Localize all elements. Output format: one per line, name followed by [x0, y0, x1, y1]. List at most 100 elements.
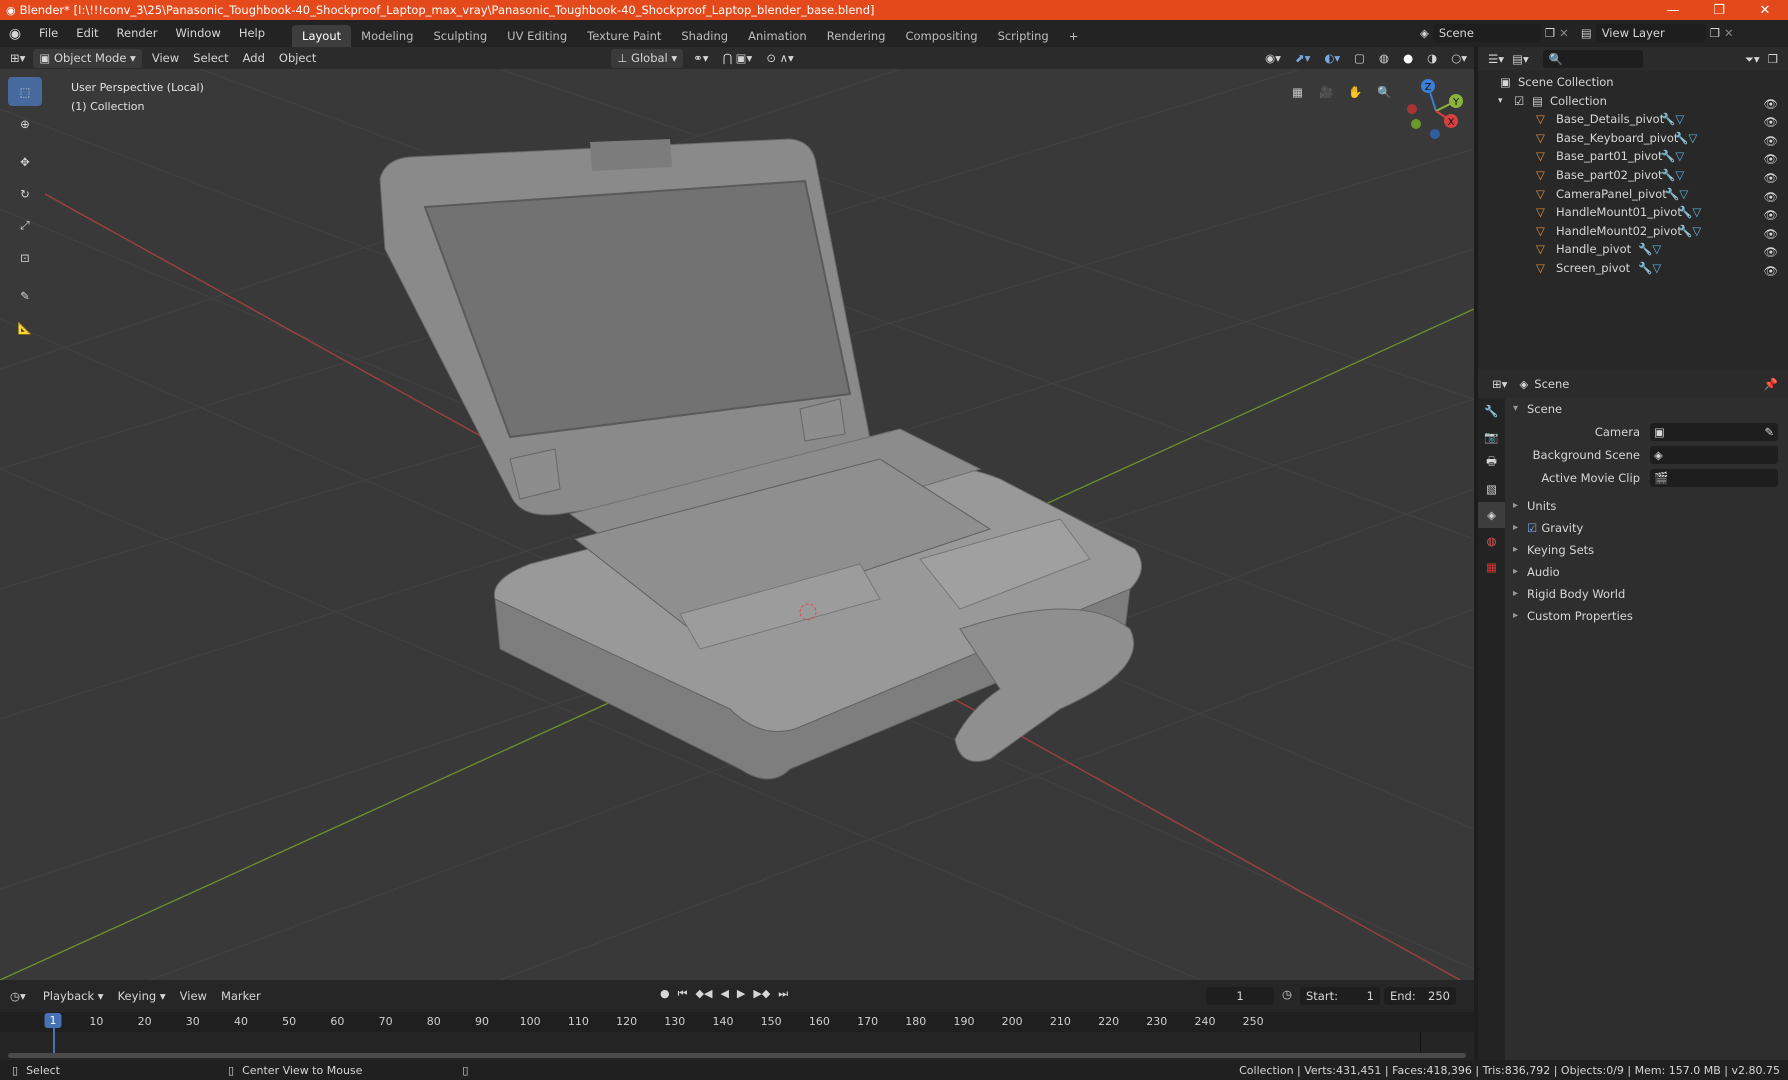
- zoom-view-icon[interactable]: 🔍: [1373, 80, 1396, 103]
- next-keyframe-icon[interactable]: ▶◆: [753, 987, 770, 1001]
- object-mode-dropdown[interactable]: ▣ Object Mode ▾: [33, 48, 142, 68]
- timeline-editor-icon[interactable]: ◷▾: [10, 989, 26, 1003]
- rigid-body-world-panel-header[interactable]: Rigid Body World: [1505, 583, 1788, 605]
- menu-select[interactable]: Select: [186, 51, 235, 65]
- scene-tab-icon[interactable]: ◈: [1478, 502, 1505, 528]
- tab-uv-editing[interactable]: UV Editing: [497, 25, 577, 47]
- tool-tab-icon[interactable]: 🔧: [1478, 398, 1505, 424]
- outliner-editor-icon[interactable]: ☰▾: [1488, 52, 1504, 66]
- playhead[interactable]: [53, 1026, 55, 1054]
- texture-tab-icon[interactable]: ▦: [1478, 554, 1505, 580]
- expand-arrow-icon[interactable]: ▾: [1498, 92, 1503, 111]
- view-layer-tab-icon[interactable]: ▧: [1478, 476, 1505, 502]
- menu-help[interactable]: Help: [230, 20, 274, 47]
- menu-window[interactable]: Window: [166, 20, 229, 47]
- gravity-checkbox[interactable]: ☑: [1527, 521, 1537, 535]
- blender-menu-icon[interactable]: ◉: [0, 26, 30, 42]
- view-layer-field[interactable]: View Layer: [1595, 24, 1706, 42]
- checkbox-icon[interactable]: ☑: [1514, 92, 1524, 111]
- units-panel-header[interactable]: Units: [1505, 495, 1788, 517]
- menu-render[interactable]: Render: [108, 20, 167, 47]
- menu-object[interactable]: Object: [272, 51, 323, 65]
- frame-ruler[interactable]: 1 10 20 30 40 50 60 70 80 90 100 110 120 130 140 150 16…: [0, 1012, 1474, 1032]
- properties-editor-icon[interactable]: ⊞▾: [1492, 377, 1507, 391]
- tab-layout[interactable]: Layout: [292, 25, 352, 47]
- rotate-tool-icon[interactable]: ↻: [8, 179, 42, 208]
- new-collection-icon[interactable]: ❐: [1768, 52, 1778, 66]
- material-shading-icon[interactable]: ◑: [1420, 51, 1444, 65]
- outliner-collection[interactable]: ▾ ☑ ▤ Collection 👁: [1478, 92, 1788, 111]
- proportional-edit-icon[interactable]: ⊙ ∧▾: [759, 51, 800, 65]
- visibility-icon[interactable]: ◉▾: [1258, 51, 1288, 65]
- restore-icon[interactable]: ❐: [1696, 3, 1742, 18]
- scene-panel-header[interactable]: Scene: [1505, 398, 1788, 420]
- outliner-search-input[interactable]: 🔍: [1542, 50, 1643, 68]
- scale-tool-icon[interactable]: ⤢: [8, 211, 42, 240]
- eye-icon[interactable]: 👁: [1763, 262, 1778, 281]
- snap-icon[interactable]: ⋂ ▣▾: [716, 51, 760, 65]
- editor-type-icon[interactable]: ⊞▾: [10, 51, 25, 65]
- transform-tool-icon[interactable]: ⊡: [8, 243, 42, 272]
- measure-tool-icon[interactable]: 📐: [8, 313, 42, 342]
- start-frame-field[interactable]: Start: 1: [1300, 987, 1380, 1005]
- tab-modeling[interactable]: Modeling: [351, 25, 423, 47]
- current-frame-field[interactable]: 1: [1206, 987, 1274, 1005]
- custom-properties-panel-header[interactable]: Custom Properties: [1505, 605, 1788, 627]
- new-scene-icon[interactable]: ❐: [1545, 26, 1555, 40]
- 3d-viewport[interactable]: User Perspective (Local) (1) Collection …: [0, 69, 1474, 980]
- camera-field[interactable]: ▣ ✎: [1650, 422, 1778, 441]
- overlay-toggle-icon[interactable]: ◐▾: [1317, 51, 1347, 65]
- timeline-track[interactable]: [0, 1026, 1474, 1060]
- remove-view-layer-icon[interactable]: ✕: [1724, 26, 1734, 40]
- background-scene-field[interactable]: ◈: [1650, 445, 1778, 464]
- toggle-camera-view-icon[interactable]: ▦: [1286, 80, 1309, 103]
- solid-shading-icon[interactable]: ●: [1396, 51, 1420, 65]
- scene-field[interactable]: Scene: [1432, 24, 1541, 42]
- pivot-point-icon[interactable]: ⚭▾: [686, 51, 715, 65]
- view-layer-icon[interactable]: ▤: [1581, 26, 1592, 40]
- pin-icon[interactable]: 📌: [1764, 377, 1778, 391]
- navigation-gizmo[interactable]: Z Y X: [1398, 73, 1474, 149]
- prev-keyframe-icon[interactable]: ◆◀: [696, 987, 713, 1001]
- menu-keying[interactable]: Keying ▾: [111, 989, 173, 1003]
- tab-texture-paint[interactable]: Texture Paint: [577, 25, 671, 47]
- audio-panel-header[interactable]: Audio: [1505, 561, 1788, 583]
- outliner-object[interactable]: ▽ CameraPanel_pivot 🔧▽ 👁: [1478, 185, 1788, 204]
- remove-scene-icon[interactable]: ✕: [1559, 26, 1569, 40]
- play-reverse-icon[interactable]: ◀: [720, 987, 728, 1001]
- gizmo-toggle-icon[interactable]: ⬈▾: [1288, 51, 1317, 65]
- menu-add[interactable]: Add: [236, 51, 272, 65]
- outliner-object[interactable]: ▽ Base_Keyboard_pivot 🔧▽ 👁: [1478, 129, 1788, 148]
- output-tab-icon[interactable]: 🖶: [1478, 450, 1505, 476]
- gravity-panel-header[interactable]: ☑ Gravity: [1505, 517, 1788, 539]
- tab-rendering[interactable]: Rendering: [817, 25, 896, 47]
- camera-view-icon[interactable]: 🎥: [1315, 80, 1338, 103]
- close-icon[interactable]: ✕: [1742, 3, 1788, 18]
- eyedropper-icon[interactable]: ✎: [1764, 425, 1774, 439]
- pan-view-icon[interactable]: ✋: [1344, 80, 1367, 103]
- play-icon[interactable]: ▶: [737, 987, 745, 1001]
- xray-toggle-icon[interactable]: ▢: [1347, 51, 1372, 65]
- tab-scripting[interactable]: Scripting: [988, 25, 1059, 47]
- render-tab-icon[interactable]: 📷: [1478, 424, 1505, 450]
- rendered-shading-icon[interactable]: ○▾: [1444, 51, 1474, 65]
- cursor-tool-icon[interactable]: ⊕: [8, 109, 42, 138]
- menu-file[interactable]: File: [30, 20, 67, 47]
- menu-view[interactable]: View: [145, 51, 186, 65]
- timeline-scrollbar[interactable]: [8, 1053, 1466, 1058]
- keying-sets-panel-header[interactable]: Keying Sets: [1505, 539, 1788, 561]
- select-box-tool-icon[interactable]: ⬚: [8, 77, 42, 106]
- outliner-scene-collection[interactable]: ▣ Scene Collection: [1478, 73, 1788, 92]
- outliner-object[interactable]: ▽ Handle_pivot 🔧▽ 👁: [1478, 240, 1788, 259]
- world-tab-icon[interactable]: ◍: [1478, 528, 1505, 554]
- outliner-object[interactable]: ▽ Base_part01_pivot 🔧▽ 👁: [1478, 147, 1788, 166]
- move-tool-icon[interactable]: ✥: [8, 147, 42, 176]
- jump-start-icon[interactable]: ⏮: [678, 987, 688, 1001]
- minimize-icon[interactable]: —: [1650, 3, 1696, 18]
- scene-selector-icon[interactable]: ◈: [1420, 26, 1429, 40]
- outliner-object[interactable]: ▽ Base_Details_pivot 🔧▽ 👁: [1478, 110, 1788, 129]
- wireframe-shading-icon[interactable]: ◍: [1372, 51, 1396, 65]
- new-view-layer-icon[interactable]: ❐: [1710, 26, 1720, 40]
- outliner-object[interactable]: ▽ Base_part02_pivot 🔧▽ 👁: [1478, 166, 1788, 185]
- transform-orientation-dropdown[interactable]: ⊥ Global ▾: [611, 48, 684, 68]
